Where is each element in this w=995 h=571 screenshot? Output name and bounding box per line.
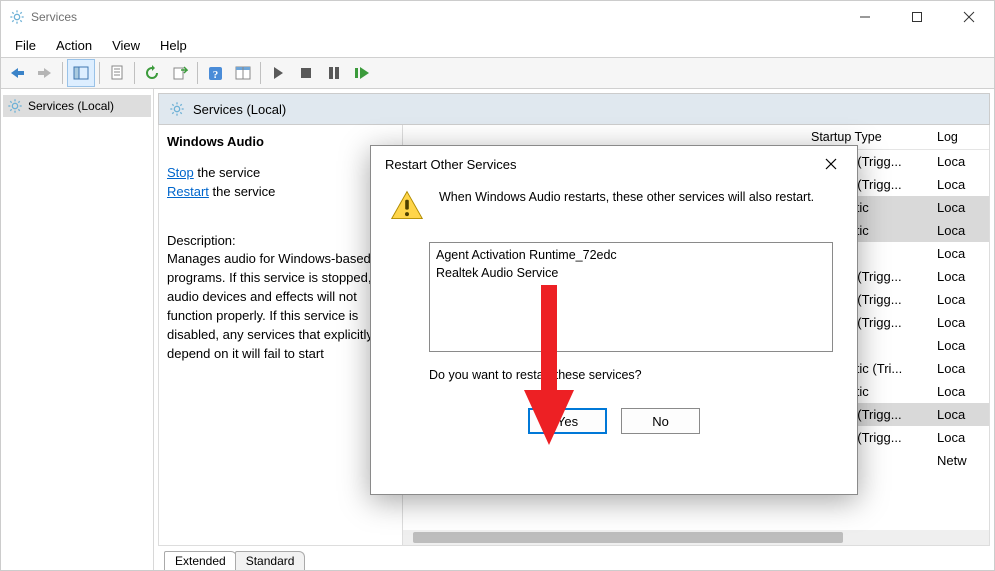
menu-file[interactable]: File (5, 35, 46, 56)
cell-logon: Loca (929, 361, 989, 376)
export-button[interactable] (167, 60, 193, 86)
window-title: Services (31, 10, 836, 24)
dialog-confirm-text: Do you want to restart these services? (429, 368, 833, 382)
columns-button[interactable] (230, 60, 256, 86)
menu-view[interactable]: View (102, 35, 150, 56)
cell-logon: Loca (929, 430, 989, 445)
help-button[interactable]: ? (202, 60, 228, 86)
menu-action[interactable]: Action (46, 35, 102, 56)
menubar: File Action View Help (1, 33, 994, 57)
toolbar-separator (260, 62, 261, 84)
restart-suffix: the service (209, 184, 275, 199)
cell-logon: Loca (929, 338, 989, 353)
yes-button[interactable]: Yes (528, 408, 607, 434)
toolbar: ? (1, 57, 994, 89)
toolbar-separator (134, 62, 135, 84)
minimize-button[interactable] (842, 1, 888, 33)
cell-logon: Loca (929, 223, 989, 238)
tab-extended[interactable]: Extended (164, 551, 237, 570)
dialog-title: Restart Other Services (385, 157, 811, 172)
service-extended-info: Windows Audio Stop the service Restart t… (158, 125, 403, 546)
scrollbar-thumb[interactable] (413, 532, 843, 543)
pause-service-button[interactable] (321, 60, 347, 86)
refresh-button[interactable] (139, 60, 165, 86)
stop-line: Stop the service (167, 164, 394, 183)
app-icon (9, 9, 25, 25)
close-button[interactable] (946, 1, 992, 33)
dialog-close-button[interactable] (811, 150, 851, 178)
dependent-services-list[interactable]: Agent Activation Runtime_72edcRealtek Au… (429, 242, 833, 352)
no-button[interactable]: No (621, 408, 700, 434)
cell-logon: Netw (929, 453, 989, 468)
titlebar: Services (1, 1, 994, 33)
restart-link[interactable]: Restart (167, 184, 209, 199)
pane-header-label: Services (Local) (193, 102, 286, 117)
toolbar-separator (197, 62, 198, 84)
svg-text:?: ? (212, 69, 218, 81)
cell-logon: Loca (929, 154, 989, 169)
col-logon[interactable]: Log (929, 130, 989, 144)
maximize-button[interactable] (894, 1, 940, 33)
warning-icon (389, 188, 425, 224)
stop-link[interactable]: Stop (167, 165, 194, 180)
description-label: Description: (167, 232, 394, 251)
toolbar-separator (99, 62, 100, 84)
nav-back-button[interactable] (4, 60, 30, 86)
show-hide-tree-button[interactable] (67, 59, 95, 87)
cell-logon: Loca (929, 292, 989, 307)
spacer (167, 202, 394, 232)
cell-logon: Loca (929, 407, 989, 422)
toolbar-separator (62, 62, 63, 84)
col-startup-type[interactable]: Startup Type (803, 130, 929, 144)
list-item[interactable]: Agent Activation Runtime_72edc (436, 247, 826, 265)
cell-logon: Loca (929, 269, 989, 284)
services-window: Services File Action View Help ? (0, 0, 995, 571)
list-item[interactable]: Realtek Audio Service (436, 265, 826, 283)
cell-logon: Loca (929, 200, 989, 215)
nav-pane[interactable]: Services (Local) (1, 89, 154, 570)
restart-other-services-dialog: Restart Other Services When Windows Audi… (370, 145, 858, 495)
dialog-buttons: Yes No (371, 408, 857, 434)
dialog-titlebar: Restart Other Services (371, 146, 857, 182)
nav-forward-button[interactable] (32, 60, 58, 86)
nav-root-item[interactable]: Services (Local) (3, 95, 151, 117)
stop-suffix: the service (194, 165, 260, 180)
nav-root-label: Services (Local) (28, 99, 114, 113)
horizontal-scrollbar[interactable] (403, 530, 989, 545)
description-text: Manages audio for Windows-based programs… (167, 250, 394, 363)
properties-button[interactable] (104, 60, 130, 86)
gear-icon (7, 98, 23, 114)
tab-standard[interactable]: Standard (235, 551, 306, 570)
cell-logon: Loca (929, 246, 989, 261)
gear-icon (169, 101, 185, 117)
dialog-body: When Windows Audio restarts, these other… (371, 182, 857, 224)
restart-line: Restart the service (167, 183, 394, 202)
stop-service-button[interactable] (293, 60, 319, 86)
selected-service-name: Windows Audio (167, 133, 394, 152)
cell-logon: Loca (929, 384, 989, 399)
restart-service-button[interactable] (349, 60, 375, 86)
cell-logon: Loca (929, 177, 989, 192)
dialog-message: When Windows Audio restarts, these other… (439, 188, 814, 224)
start-service-button[interactable] (265, 60, 291, 86)
tab-strip: Extended Standard (154, 546, 994, 570)
menu-help[interactable]: Help (150, 35, 197, 56)
pane-header: Services (Local) (158, 93, 990, 125)
cell-logon: Loca (929, 315, 989, 330)
